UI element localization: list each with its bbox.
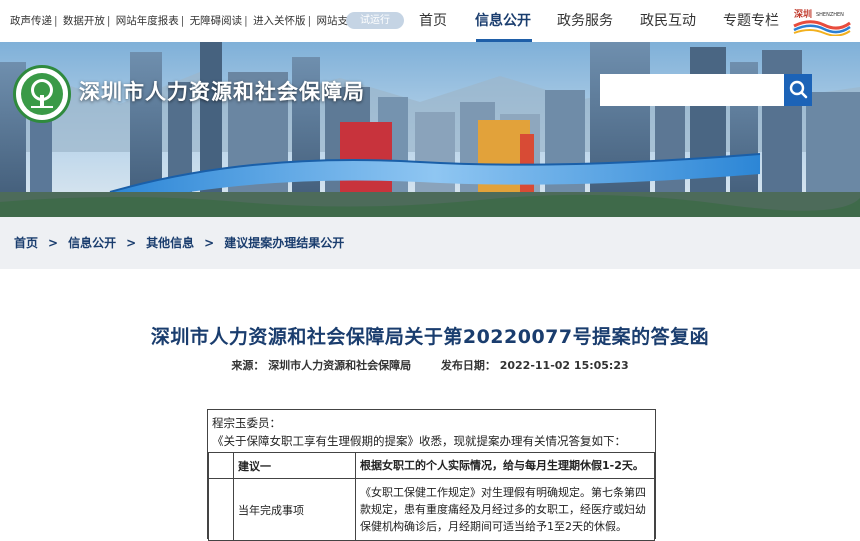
table-cell-content: 根据女职工的个人实际情况，给与每月生理期休假1-2天。 (355, 452, 655, 479)
trial-badge: 试运行 (346, 12, 404, 29)
separator: | (307, 15, 312, 27)
article-title: 深圳市人力资源和社会保障局关于第20220077号提案的答复函 (150, 326, 710, 348)
shenzhen-logo[interactable]: 深圳 SHENZHEN (792, 6, 852, 36)
breadcrumb-proposal-results[interactable]: 建议提案办理结果公开 (224, 236, 344, 250)
table-cell-blank (208, 452, 234, 479)
city-skyline-image (0, 42, 860, 217)
breadcrumb-info-disclosure[interactable]: 信息公开 (68, 236, 116, 250)
svg-text:深圳: 深圳 (794, 8, 812, 20)
table-cell-label: 当年完成事项 (233, 478, 356, 541)
bureau-name[interactable]: 深圳市人力资源和社会保障局 (79, 76, 365, 106)
separator: | (106, 15, 111, 27)
link-annual-report[interactable]: 网站年度报表 (116, 15, 179, 27)
table-row: 建议一 根据女职工的个人实际情况，给与每月生理期休假1-2天。 (208, 452, 655, 479)
table-cell-content: 《女职工保健工作规定》对生理假有明确规定。第七条第四款规定，患有重度痛经及月经过… (355, 478, 655, 541)
table-cell-label: 建议一 (233, 452, 356, 479)
top-bar: 政声传递| 数据开放| 网站年度报表| 无障碍阅读| 进入关怀版| 网站支持IP… (0, 0, 860, 42)
date-value: 2022-11-02 15:05:23 (499, 359, 629, 372)
intro-text: 《关于保障女职工享有生理假期的提案》收悉，现就提案办理有关情况答复如下： (212, 434, 626, 448)
breadcrumb-separator: > (204, 236, 215, 250)
nav-topics[interactable]: 专题专栏 (723, 10, 779, 30)
table-cell-blank (208, 478, 234, 541)
nav-home[interactable]: 首页 (419, 10, 447, 30)
separator: | (244, 15, 248, 27)
separator: | (54, 15, 58, 27)
article-meta: 来源： 深圳市人力资源和社会保障局 发布日期： 2022-11-02 15:05… (0, 357, 860, 373)
link-care-mode[interactable]: 进入关怀版 (253, 15, 306, 27)
bureau-emblem-logo[interactable] (13, 65, 71, 123)
separator: | (180, 15, 185, 27)
breadcrumb-home[interactable]: 首页 (14, 236, 38, 250)
proposal-table: 建议一 根据女职工的个人实际情况，给与每月生理期休假1-2天。 当年完成事项 《… (208, 452, 655, 541)
source-value: 深圳市人力资源和社会保障局 (268, 359, 412, 372)
nav-info-disclosure[interactable]: 信息公开 (475, 10, 531, 30)
breadcrumb-separator: > (126, 236, 137, 250)
breadcrumb-separator: > (48, 236, 59, 250)
tree-emblem-icon (21, 73, 63, 115)
link-zhengsheng[interactable]: 政声传递 (10, 15, 52, 27)
date-label: 发布日期： (440, 359, 496, 372)
utility-links: 政声传递| 数据开放| 网站年度报表| 无障碍阅读| 进入关怀版| 网站支持IP… (10, 13, 382, 28)
header-banner: 深圳市人力资源和社会保障局 (0, 42, 860, 217)
reply-document: 程宗玉委员： 《关于保障女职工享有生理假期的提案》收悉，现就提案办理有关情况答复… (207, 409, 656, 541)
breadcrumb: 首页 > 信息公开 > 其他信息 > 建议提案办理结果公开 (14, 234, 344, 251)
search-button[interactable] (784, 74, 812, 106)
salutation: 程宗玉委员： (212, 416, 281, 430)
table-row: 当年完成事项 《女职工保健工作规定》对生理假有明确规定。第七条第四款规定，患有重… (208, 478, 655, 541)
search-input[interactable] (600, 74, 784, 106)
source-label: 来源： (231, 359, 265, 372)
link-accessibility[interactable]: 无障碍阅读 (190, 15, 243, 27)
search-icon (789, 80, 808, 99)
nav-interaction[interactable]: 政民互动 (640, 10, 696, 30)
nav-gov-services[interactable]: 政务服务 (557, 10, 613, 30)
link-open-data[interactable]: 数据开放 (63, 15, 105, 27)
breadcrumb-bar: 首页 > 信息公开 > 其他信息 > 建议提案办理结果公开 (0, 217, 860, 269)
svg-text:SHENZHEN: SHENZHEN (816, 12, 844, 18)
breadcrumb-other-info[interactable]: 其他信息 (146, 236, 194, 250)
